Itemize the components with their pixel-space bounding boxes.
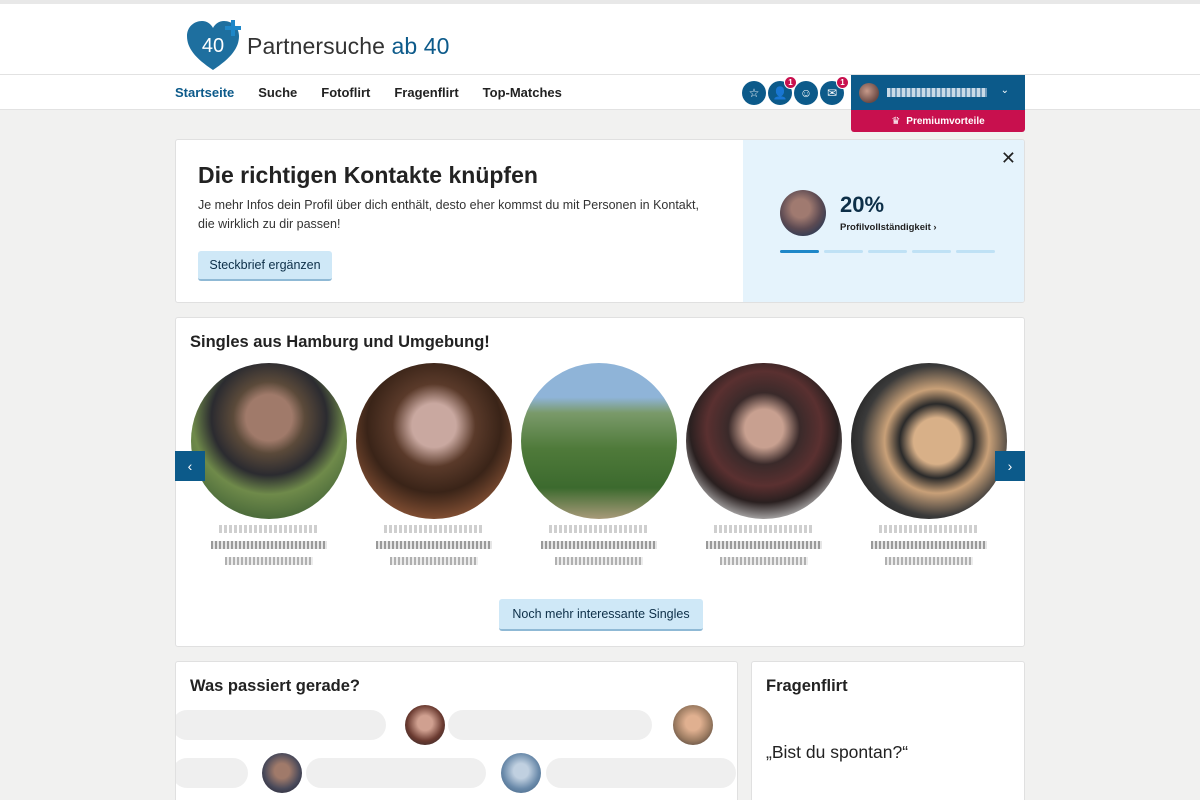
profile-meta-blurred	[390, 557, 478, 565]
profile-photo	[851, 363, 1007, 519]
mail-icon-glyph: ✉	[826, 86, 838, 100]
singles-title: Singles aus Hamburg und Umgebung!	[190, 333, 490, 351]
mail-icon[interactable]: ✉ 1	[820, 76, 849, 105]
profile-progress-panel: ✕ 20% Profilvollständigkeit ›	[743, 140, 1024, 302]
profile-meta-blurred	[706, 541, 822, 549]
profile-name-blurred	[714, 525, 814, 533]
profile-meta-blurred	[225, 557, 313, 565]
complete-profile-button[interactable]: Steckbrief ergänzen	[198, 251, 332, 281]
star-icon[interactable]: ☆	[742, 81, 766, 105]
single-profile-2[interactable]	[356, 363, 516, 573]
carousel-prev-button[interactable]: ‹	[175, 451, 205, 481]
profile-meta-blurred	[555, 557, 643, 565]
chevron-right-icon: ›	[1007, 458, 1013, 474]
singles-carousel	[191, 363, 1011, 573]
main-nav: Startseite Suche Fotoflirt Fragenflirt Top-M…	[0, 75, 1200, 110]
chevron-left-icon: ‹	[187, 458, 193, 474]
crown-icon: ♛	[891, 115, 901, 127]
notification-badge: 1	[836, 76, 849, 89]
activity-avatar[interactable]	[405, 705, 445, 745]
activity-item[interactable]	[176, 758, 248, 788]
single-profile-3[interactable]	[521, 363, 681, 573]
single-profile-1[interactable]	[191, 363, 351, 573]
profile-meta-blurred	[720, 557, 808, 565]
premium-button[interactable]: ♛ Premiumvorteile	[851, 110, 1025, 132]
profile-meta-blurred	[885, 557, 973, 565]
activity-avatar[interactable]	[673, 705, 713, 745]
carousel-next-button[interactable]: ›	[995, 451, 1025, 481]
more-singles-button[interactable]: Noch mehr interessante Singles	[499, 599, 703, 631]
heart-logo-icon: 40	[187, 20, 241, 70]
progress-segment	[780, 250, 819, 253]
single-profile-5[interactable]	[851, 363, 1011, 573]
activity-title: Was passiert gerade?	[190, 677, 360, 695]
fragenflirt-card: Fragenflirt „Bist du spontan?“	[751, 661, 1025, 800]
user-avatar	[859, 82, 879, 103]
banner-title: Die richtigen Kontakte knüpfen	[198, 162, 538, 188]
nav-tab-fragenflirt[interactable]: Fragenflirt	[394, 85, 458, 100]
profile-name-blurred	[549, 525, 649, 533]
profile-photo	[521, 363, 677, 519]
smiley-icon-glyph: ☺	[799, 86, 813, 100]
progress-segment	[868, 250, 907, 253]
nav-tab-top-matches[interactable]: Top-Matches	[483, 85, 562, 100]
site-header: 40 Partnersuche ab 40	[0, 0, 1200, 75]
activity-text-blurred	[306, 758, 486, 788]
nav-tab-fotoflirt[interactable]: Fotoflirt	[321, 85, 370, 100]
fragenflirt-question[interactable]: „Bist du spontan?“	[766, 742, 908, 763]
premium-label: Premiumvorteile	[906, 115, 985, 127]
profile-photo	[191, 363, 347, 519]
single-profile-4[interactable]	[686, 363, 846, 573]
site-logo[interactable]: 40 Partnersuche ab 40	[185, 16, 450, 76]
nav-icon-bar: ☆ 👤 1 ☺ ✉ 1	[742, 76, 849, 105]
profile-progress-bar	[780, 250, 995, 253]
logo-number: 40	[202, 35, 224, 57]
profile-photo	[686, 363, 842, 519]
profile-completion-banner: Die richtigen Kontakte knüpfen Je mehr I…	[175, 139, 1025, 303]
profile-name-blurred	[879, 525, 979, 533]
profile-percent: 20%	[840, 192, 885, 217]
logo-text: Partnersuche ab 40	[247, 32, 450, 59]
smiley-icon[interactable]: ☺	[794, 81, 818, 105]
activity-text-blurred	[176, 758, 248, 788]
close-icon[interactable]: ✕	[1001, 148, 1016, 169]
profile-meta-blurred	[376, 541, 492, 549]
nav-tab-startseite[interactable]: Startseite	[175, 85, 234, 100]
profile-photo	[356, 363, 512, 519]
profile-completeness-link[interactable]: Profilvollständigkeit ›	[840, 222, 937, 233]
progress-segment	[956, 250, 995, 253]
star-icon-glyph: ☆	[748, 86, 760, 100]
activity-text-blurred	[546, 758, 736, 788]
activity-avatar[interactable]	[262, 753, 302, 793]
profile-meta-blurred	[541, 541, 657, 549]
progress-segment	[824, 250, 863, 253]
user-name-blurred	[887, 88, 987, 97]
profile-name-blurred	[384, 525, 484, 533]
nav-tabs: Startseite Suche Fotoflirt Fragenflirt Top-M…	[175, 75, 562, 110]
activity-avatar[interactable]	[501, 753, 541, 793]
banner-text: Je mehr Infos dein Profil über dich enth…	[198, 198, 699, 231]
profile-avatar[interactable]	[780, 190, 826, 236]
nav-tab-suche[interactable]: Suche	[258, 85, 297, 100]
visitors-icon-glyph: 👤	[772, 86, 788, 100]
profile-meta-blurred	[211, 541, 327, 549]
user-menu[interactable]: ⌄	[851, 75, 1025, 110]
progress-segment	[912, 250, 951, 253]
fragenflirt-title: Fragenflirt	[766, 677, 848, 695]
profile-meta-blurred	[871, 541, 987, 549]
chevron-down-icon: ⌄	[1000, 85, 1009, 96]
singles-carousel-card: Singles aus Hamburg und Umgebung! ‹ › No…	[175, 317, 1025, 647]
activity-feed-card: Was passiert gerade?	[175, 661, 738, 800]
activity-item[interactable]	[546, 758, 736, 788]
activity-text-blurred	[448, 710, 652, 740]
profile-name-blurred	[219, 525, 319, 533]
visitors-icon[interactable]: 👤 1	[768, 76, 797, 105]
activity-item[interactable]	[448, 710, 652, 740]
activity-item[interactable]	[176, 710, 386, 740]
activity-item[interactable]	[306, 758, 486, 788]
activity-text-blurred	[176, 710, 386, 740]
